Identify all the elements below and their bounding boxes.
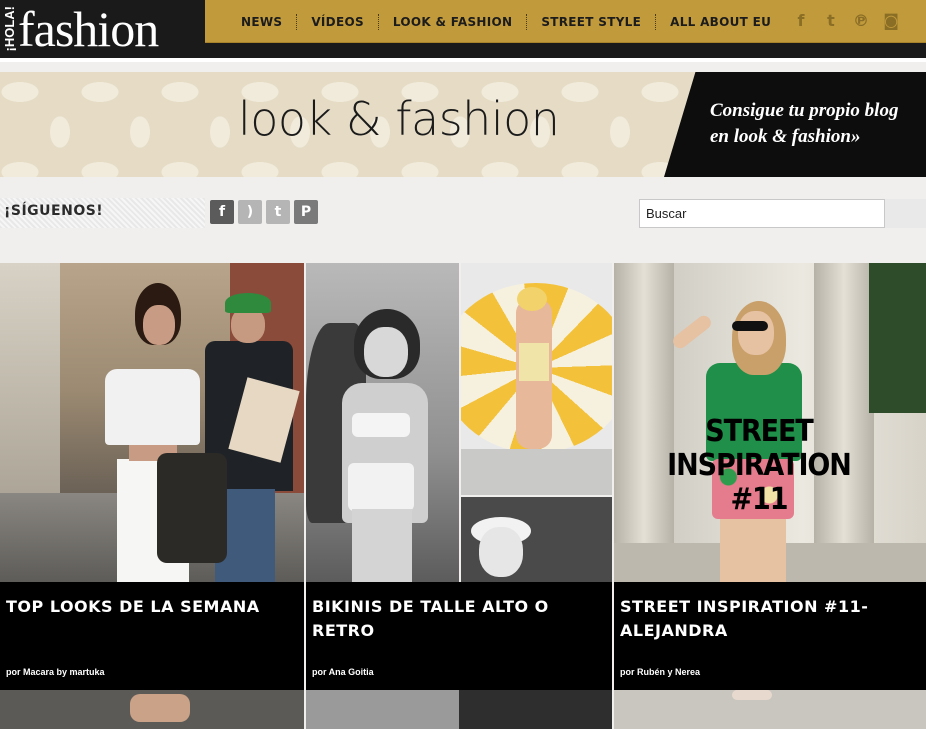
site-header: ¡HOLA! fashion NEWS VÍDEOS LOOK & FASHIO… bbox=[0, 0, 926, 62]
facebook-icon[interactable]: f bbox=[210, 200, 234, 224]
card-1-author[interactable]: por Macara by martuka bbox=[6, 667, 105, 677]
main-nav: NEWS VÍDEOS LOOK & FASHION STREET STYLE … bbox=[205, 0, 926, 43]
card-2-caption[interactable]: BIKINIS DE TALLE ALTO O RETRO por Ana Go… bbox=[306, 582, 612, 690]
card-2-title[interactable]: BIKINIS DE TALLE ALTO O RETRO bbox=[312, 595, 592, 643]
cta-line-2: en look & fashion» bbox=[710, 126, 861, 147]
facebook-icon[interactable]: f bbox=[792, 11, 810, 31]
model-feet bbox=[732, 690, 772, 700]
woman-face bbox=[143, 305, 175, 345]
retro-bikini-top bbox=[352, 413, 410, 437]
card-2-photo-bottom bbox=[306, 690, 612, 729]
follow-bar: ¡SÍGUENOS! bbox=[0, 198, 205, 228]
woman-feet bbox=[130, 694, 190, 722]
article-card-3[interactable]: STREET INSPIRATION #11 STREET INSPIRATIO… bbox=[614, 263, 926, 729]
woman-bag bbox=[157, 453, 227, 563]
card-3-title[interactable]: STREET INSPIRATION #11- ALEJANDRA bbox=[620, 595, 906, 643]
nav-items: NEWS VÍDEOS LOOK & FASHION STREET STYLE … bbox=[229, 0, 785, 43]
article-card-2[interactable]: BIKINIS DE TALLE ALTO O RETRO por Ana Go… bbox=[306, 263, 612, 729]
header-social-icons: f t ℗ ◙ bbox=[792, 11, 900, 31]
model-sunglasses bbox=[732, 321, 768, 331]
nav-street-style[interactable]: STREET STYLE bbox=[527, 13, 657, 30]
model-legs bbox=[720, 517, 786, 582]
pinterest-icon[interactable]: ℗ bbox=[852, 11, 870, 31]
card-3-photo-bottom bbox=[614, 690, 926, 729]
street-inspiration-overlay: STREET INSPIRATION #11 bbox=[624, 415, 894, 517]
umbrella-woman-hair bbox=[517, 287, 547, 311]
card-1-caption[interactable]: TOP LOOKS DE LA SEMANA por Macara by mar… bbox=[0, 582, 304, 690]
follow-label: ¡SÍGUENOS! bbox=[4, 203, 104, 219]
model-face bbox=[738, 311, 774, 355]
card-2-author[interactable]: por Ana Goitia bbox=[312, 667, 374, 677]
nav-videos[interactable]: VÍDEOS bbox=[297, 13, 379, 30]
twitter-icon[interactable]: t bbox=[266, 200, 290, 224]
umbrella-woman-suit bbox=[519, 343, 549, 381]
instagram-icon[interactable]: ◙ bbox=[882, 11, 900, 31]
woman-figure bbox=[95, 283, 227, 582]
header-dark-bar bbox=[205, 43, 926, 58]
search-input[interactable] bbox=[640, 200, 884, 227]
cta-line-1: Consigue tu propio blog bbox=[710, 100, 899, 121]
card-3-caption[interactable]: STREET INSPIRATION #11- ALEJANDRA por Ru… bbox=[614, 582, 926, 690]
overlay-line-1: STREET INSPIRATION bbox=[667, 414, 852, 483]
logo-hola-text: ¡HOLA! bbox=[2, 6, 17, 52]
overlay-line-2: #11 bbox=[730, 482, 789, 517]
logo-fashion-text: fashion bbox=[18, 1, 159, 57]
search-side-panel bbox=[885, 199, 926, 228]
retro-photo-left bbox=[306, 263, 459, 582]
beach-ground bbox=[461, 449, 612, 495]
retro-bottom bbox=[306, 690, 612, 729]
nav-all-about-eu[interactable]: ALL ABOUT EU bbox=[656, 14, 785, 30]
hola-fashion-logo[interactable]: ¡HOLA! fashion bbox=[0, 0, 205, 58]
card-2-photo[interactable] bbox=[306, 263, 612, 582]
portrait-face bbox=[479, 527, 523, 577]
card-1-title[interactable]: TOP LOOKS DE LA SEMANA bbox=[6, 595, 284, 619]
banner-title: look & fashion bbox=[238, 92, 560, 146]
retro-photo-portrait bbox=[461, 497, 612, 582]
search-box bbox=[639, 199, 885, 228]
man-cap bbox=[225, 293, 271, 313]
banner-cta-button[interactable]: Consigue tu propio blog en look & fashio… bbox=[664, 72, 926, 177]
card-1-photo[interactable] bbox=[0, 263, 304, 582]
card-1-photo-bottom bbox=[0, 690, 304, 729]
retro-face bbox=[364, 327, 408, 377]
building-left bbox=[0, 263, 60, 523]
twitter-icon[interactable]: t bbox=[822, 11, 840, 31]
pinterest-icon[interactable]: P bbox=[294, 200, 318, 224]
card-3-author[interactable]: por Rubén y Nerea bbox=[620, 667, 700, 677]
woman-top bbox=[105, 369, 200, 445]
nav-news[interactable]: NEWS bbox=[229, 13, 298, 30]
retro-photo-umbrella bbox=[461, 263, 612, 495]
retro-legs bbox=[352, 509, 412, 582]
trees-background bbox=[869, 263, 926, 413]
card-3-photo[interactable]: STREET INSPIRATION #11 bbox=[614, 263, 926, 582]
rss-icon[interactable]: ) bbox=[238, 200, 262, 224]
article-card-1[interactable]: TOP LOOKS DE LA SEMANA por Macara by mar… bbox=[0, 263, 304, 729]
retro-bikini-bottom bbox=[348, 463, 414, 511]
follow-icons: f ) t P bbox=[210, 200, 318, 224]
nav-look-fashion[interactable]: LOOK & FASHION bbox=[379, 13, 528, 30]
